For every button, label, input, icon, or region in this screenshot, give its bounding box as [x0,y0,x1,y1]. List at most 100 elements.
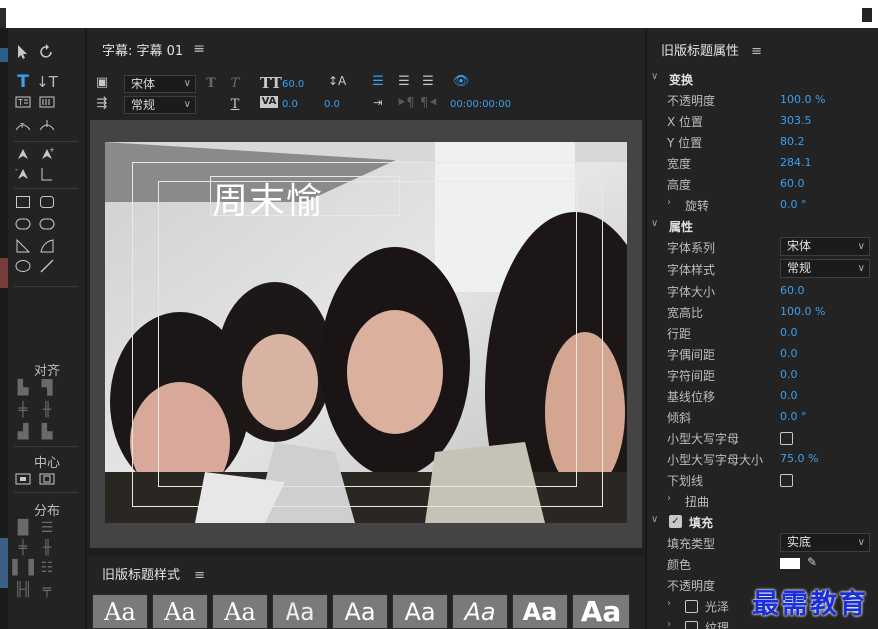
italic-icon[interactable]: T [228,76,242,91]
style-swatch[interactable]: Aa [512,594,568,629]
vertical-type-tool-icon[interactable]: ↓T [36,72,58,92]
chevron-right-icon[interactable]: › [667,619,671,629]
distribute-bottom-icon[interactable]: ☷ [36,558,58,578]
width-value[interactable]: 284.1 [780,156,812,169]
style-swatch[interactable]: Aa [452,594,508,629]
height-value[interactable]: 60.0 [780,177,805,190]
tracking-value[interactable]: 0.0 [780,368,798,381]
fill-section[interactable]: ∨ ✓ 填充 [647,512,878,532]
bold-icon[interactable]: T [204,76,218,91]
chevron-right-icon[interactable]: › [667,493,671,504]
kerning-value[interactable]: 0.0 [780,347,798,360]
new-title-icon[interactable]: ▣ [94,75,110,90]
align-bottom-icon[interactable]: ▙ [36,422,58,442]
selection-tool-icon[interactable] [12,42,34,62]
add-anchor-point-tool-icon[interactable]: + [36,144,58,164]
y-position-value[interactable]: 80.2 [780,135,805,148]
fill-color-swatch[interactable] [780,558,800,569]
align-h-center-icon[interactable]: ╪ [12,400,34,420]
font-style-dropdown[interactable]: 常规 ∨ [780,259,870,278]
align-left-icon[interactable]: ▙ [12,378,34,398]
small-caps-checkbox[interactable] [780,432,793,445]
window-control-icon[interactable] [862,8,872,22]
small-caps-size-value[interactable]: 75.0 % [780,452,818,465]
rounded-rectangle-tool-icon[interactable] [36,192,58,212]
vertical-area-type-tool-icon[interactable] [36,92,58,112]
opacity-value[interactable]: 100.0 % [780,93,825,106]
rounded-corner-rectangle-tool-icon[interactable] [36,214,58,234]
align-text-center-icon[interactable]: ☰ [396,74,412,89]
pen-tool-icon[interactable] [12,144,34,164]
hamburger-icon[interactable]: ≡ [193,41,205,57]
show-background-video-icon[interactable]: 👁 [452,74,470,89]
hamburger-icon[interactable]: ≡ [194,568,205,583]
fill-type-dropdown[interactable]: 实底 ∨ [780,533,870,552]
distribute-v-even-icon[interactable]: ╤ [36,580,58,600]
timecode-value[interactable]: 00:00:00:00 [450,99,511,110]
chevron-right-icon[interactable]: › [667,197,671,208]
hamburger-icon[interactable]: ≡ [751,44,762,59]
wedge-tool-icon[interactable] [12,236,34,256]
font-size-value[interactable]: 60.0 [282,79,304,90]
ellipse-tool-icon[interactable] [12,256,34,276]
play-before-icon[interactable]: ⯈¶ [396,96,415,111]
rotation-value[interactable]: 0.0 ° [780,198,807,211]
clipped-corner-rectangle-tool-icon[interactable] [12,214,34,234]
style-swatch[interactable]: Aa [392,594,448,629]
center-horizontal-icon[interactable] [12,469,34,489]
distribute-left-icon[interactable]: ▐▌ [12,518,34,538]
vertical-path-type-tool-icon[interactable] [36,116,58,136]
align-right-icon[interactable]: ▟ [12,422,34,442]
leading-value[interactable]: 0.0 [780,326,798,339]
underline-icon[interactable]: T [228,97,242,112]
arc-tool-icon[interactable] [36,236,58,256]
tracking-value[interactable]: 0.0 [324,99,340,110]
distribute-top-icon[interactable]: ☰ [36,518,58,538]
style-swatch[interactable]: Aa [92,594,148,629]
style-swatch[interactable]: Aa [332,594,388,629]
convert-anchor-point-tool-icon[interactable] [36,164,58,184]
align-top-icon[interactable]: ▜ [36,378,58,398]
area-type-tool-icon[interactable]: T [12,92,34,112]
font-size-value[interactable]: 60.0 [780,284,805,297]
distribute-v-center-icon[interactable]: ╫ [36,538,58,558]
rectangle-tool-icon[interactable] [12,192,34,212]
fill-checkbox[interactable]: ✓ [669,515,682,528]
path-type-tool-icon[interactable]: T [12,116,34,136]
kerning-value[interactable]: 0.0 [282,99,298,110]
baseline-shift-value[interactable]: 0.0 [780,389,798,402]
texture-checkbox[interactable] [685,621,698,629]
style-swatch[interactable]: Aa [572,594,630,629]
font-style-select[interactable]: 常规 ∨ [124,96,196,114]
font-family-dropdown[interactable]: 宋体 ∨ [780,237,870,256]
align-v-center-icon[interactable]: ╫ [36,400,58,420]
align-text-left-icon[interactable]: ☰ [370,74,386,89]
aspect-value[interactable]: 100.0 % [780,305,825,318]
align-text-right-icon[interactable]: ☰ [420,74,436,89]
delete-anchor-point-tool-icon[interactable]: - [12,164,34,184]
sheen-checkbox[interactable] [685,600,698,613]
rotation-tool-icon[interactable] [36,42,58,62]
title-text-object[interactable]: 周末愉 [212,172,323,224]
type-tool-icon[interactable]: T [12,72,34,92]
play-after-icon[interactable]: ¶⯇ [420,96,439,111]
tab-stop-icon[interactable]: ⇥ [370,96,386,109]
transform-section[interactable]: ∨ 变换 [647,69,878,89]
slant-value[interactable]: 0.0 ° [780,410,807,423]
tab-stops-icon[interactable]: ⇶ [94,96,110,111]
distribute-right-icon[interactable]: ▌▐ [12,558,34,578]
x-position-value[interactable]: 303.5 [780,114,812,127]
chevron-down-icon: ∨ [651,71,659,82]
attributes-section[interactable]: ∨ 属性 [647,216,878,236]
distribute-h-even-icon[interactable]: ╟╢ [12,580,34,600]
style-swatch[interactable]: Aa [272,594,328,629]
line-tool-icon[interactable] [36,256,58,276]
style-swatch[interactable]: Aa [152,594,208,629]
style-swatch[interactable]: Aa [212,594,268,629]
center-vertical-icon[interactable] [36,469,58,489]
chevron-right-icon[interactable]: › [667,598,671,609]
underline-checkbox[interactable] [780,474,793,487]
distribute-h-center-icon[interactable]: ╪ [12,538,34,558]
font-family-select[interactable]: 宋体 ∨ [124,75,196,93]
eyedropper-icon[interactable]: ✎ [807,555,817,569]
